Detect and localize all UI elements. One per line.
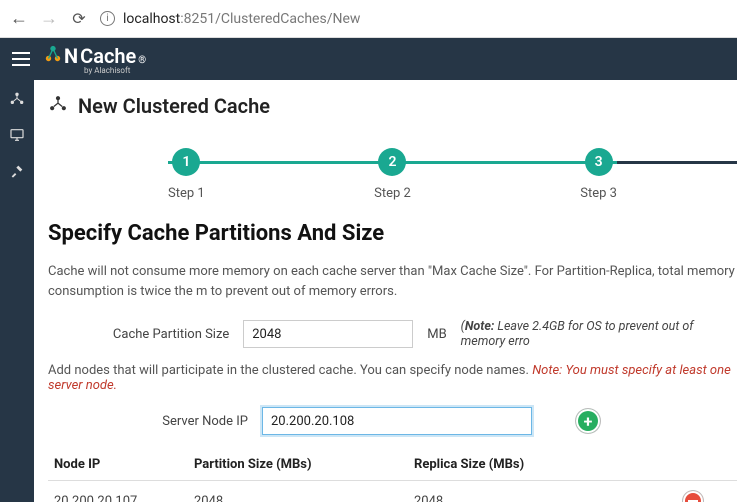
cell-node-ip: 20.200.20.107 — [48, 481, 188, 502]
col-partition-size: Partition Size (MBs) — [188, 449, 408, 481]
app-header: NCache® by Alachisoft — [0, 38, 737, 80]
step-label: Step 3 — [580, 186, 617, 201]
brand-logo: NCache® by Alachisoft — [44, 44, 146, 75]
logo-byline: by Alachisoft — [84, 66, 146, 75]
step-number: 3 — [585, 148, 613, 176]
wizard-stepper: 1 Step 1 2 Step 2 3 Step 3 — [168, 148, 617, 201]
section-heading: Specify Cache Partitions And Size — [48, 221, 737, 246]
menu-toggle-icon[interactable] — [12, 52, 30, 66]
step-number: 2 — [378, 148, 406, 176]
col-replica-size: Replica Size (MBs) — [408, 449, 677, 481]
logo-text-prefix: N — [64, 44, 78, 68]
back-button[interactable]: ← — [10, 8, 28, 29]
server-ip-input[interactable] — [262, 407, 532, 435]
server-ip-label: Server Node IP — [48, 414, 248, 429]
url-host: localhost — [123, 11, 180, 27]
partition-size-input[interactable] — [243, 320, 413, 348]
nodes-table: Node IP Partition Size (MBs) Replica Siz… — [48, 449, 737, 502]
url-path: :8251/ClusteredCaches/New — [180, 11, 360, 27]
logo-icon — [44, 45, 62, 63]
main-content: New Clustered Cache 1 Step 1 2 Step 2 3 … — [34, 80, 737, 502]
reload-button[interactable]: ⟳ — [70, 9, 88, 28]
partition-size-label: Cache Partition Size — [48, 327, 229, 342]
partition-size-unit: MB — [427, 327, 446, 342]
table-row: 20.200.20.107 2048 2048 — [48, 481, 737, 502]
step-number: 1 — [172, 148, 200, 176]
cluster-icon — [48, 94, 68, 118]
step-1[interactable]: 1 Step 1 — [168, 148, 205, 201]
sidebar-item-cluster[interactable] — [8, 90, 26, 108]
address-bar[interactable]: i localhost:8251/ClusteredCaches/New — [100, 11, 727, 27]
sidebar-item-monitor[interactable] — [8, 126, 26, 144]
site-info-icon[interactable]: i — [100, 11, 115, 26]
col-node-ip: Node IP — [48, 449, 188, 481]
step-3[interactable]: 3 Step 3 — [580, 148, 617, 201]
browser-toolbar: ← → ⟳ i localhost:8251/ClusteredCaches/N… — [0, 0, 737, 38]
logo-text-suffix: Cache — [80, 44, 136, 68]
cell-partition: 2048 — [188, 481, 408, 502]
page-title: New Clustered Cache — [78, 94, 270, 118]
forward-button[interactable]: → — [40, 8, 58, 29]
cell-replica: 2048 — [408, 481, 677, 502]
add-node-button[interactable]: + — [576, 409, 600, 433]
sidebar-item-tools[interactable] — [8, 162, 26, 180]
step-label: Step 2 — [374, 186, 411, 201]
add-nodes-description: Add nodes that will participate in the c… — [48, 363, 737, 393]
remove-node-button[interactable] — [683, 491, 703, 502]
step-2[interactable]: 2 Step 2 — [374, 148, 411, 201]
section-description: Cache will not consume more memory on ea… — [48, 262, 737, 301]
sidebar — [0, 80, 34, 502]
step-label: Step 1 — [168, 186, 205, 201]
partition-size-note: (Note: Leave 2.4GB for OS to prevent out… — [461, 319, 737, 349]
